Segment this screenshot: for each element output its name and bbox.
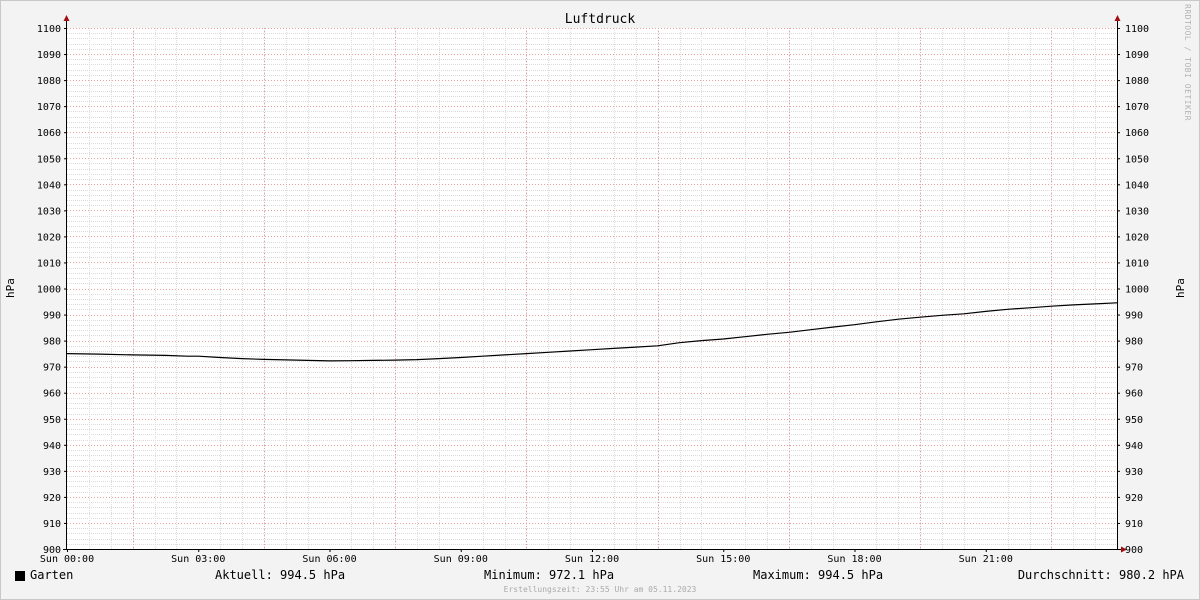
y-tick-label-left: 960 (43, 389, 61, 400)
y-tick-label-right: 1020 (1125, 232, 1149, 243)
y-tick-label-left: 990 (43, 311, 61, 322)
y-axis-arrow-right (1114, 15, 1121, 21)
y-tick-label-left: 1060 (37, 128, 61, 139)
y-tick-label-right: 940 (1125, 441, 1143, 452)
y-tick-label-right: 920 (1125, 493, 1143, 504)
y-tick-label-left: 1030 (37, 206, 61, 217)
y-tick-label-left: 1020 (37, 232, 61, 243)
y-tick-label-left: 1090 (37, 50, 61, 61)
y-tick-label-left: 930 (43, 467, 61, 478)
y-tick-label-right: 900 (1125, 545, 1143, 556)
x-tick-label: Sun 00:00 (40, 554, 94, 565)
legend-current: Aktuell: 994.5 hPa (215, 568, 346, 582)
y-tick-label-left: 970 (43, 363, 61, 374)
y-tick-label-right: 1040 (1125, 180, 1149, 191)
y-tick-label-left: 1000 (37, 285, 61, 296)
legend: Garten Aktuell: 994.5 hPa Minimum: 972.1… (0, 568, 1200, 584)
y-tick-label-right: 950 (1125, 415, 1143, 426)
y-tick-label-left: 1050 (37, 154, 61, 165)
y-tick-label-right: 910 (1125, 519, 1143, 530)
legend-swatch (15, 571, 25, 581)
y-tick-label-right: 990 (1125, 311, 1143, 322)
legend-average: Durchschnitt: 980.2 hPA (1017, 568, 1184, 582)
y-tick-label-left: 940 (43, 441, 61, 452)
y-axis-label-right: hPa (1174, 278, 1187, 298)
x-tick-label: Sun 09:00 (434, 554, 488, 565)
y-tick-label-right: 1090 (1125, 50, 1149, 61)
x-tick-label: Sun 15:00 (696, 554, 750, 565)
y-axis-label-left: hPa (4, 278, 17, 298)
y-tick-label-right: 980 (1125, 337, 1143, 348)
y-tick-label-right: 1070 (1125, 102, 1149, 113)
y-tick-label-right: 970 (1125, 363, 1143, 374)
y-tick-label-right: 1060 (1125, 128, 1149, 139)
x-tick-label: Sun 12:00 (565, 554, 619, 565)
y-tick-label-left: 1010 (37, 258, 61, 269)
x-tick-label: Sun 03:00 (171, 554, 225, 565)
y-tick-label-left: 910 (43, 519, 61, 530)
y-tick-label-left: 980 (43, 337, 61, 348)
legend-series-name: Garten (30, 568, 74, 582)
footer-timestamp: Erstellungszeit: 23:55 Uhr am 05.11.2023 (503, 585, 697, 594)
y-tick-label-left: 1070 (37, 102, 61, 113)
x-tick-label: Sun 06:00 (302, 554, 356, 565)
y-tick-label-right: 1000 (1125, 285, 1149, 296)
legend-maximum: Maximum: 994.5 hPa (753, 568, 884, 582)
y-tick-label-right: 930 (1125, 467, 1143, 478)
y-tick-label-left: 920 (43, 493, 61, 504)
y-tick-label-left: 950 (43, 415, 61, 426)
legend-minimum: Minimum: 972.1 hPa (484, 568, 615, 582)
y-tick-label-right: 1050 (1125, 154, 1149, 165)
y-tick-label-left: 1100 (37, 24, 61, 35)
rrdtool-watermark: RRDTOOL / TOBI OETIKER (1183, 4, 1192, 121)
y-tick-label-right: 1080 (1125, 76, 1149, 87)
y-tick-label-left: 1080 (37, 76, 61, 87)
chart-title: Luftdruck (565, 12, 636, 27)
x-tick-labels: Sun 00:00 Sun 03:00 Sun 06:00 Sun 09:00 Sun … (40, 554, 1013, 565)
y-tick-label-right: 1030 (1125, 206, 1149, 217)
y-tick-label-right: 960 (1125, 389, 1143, 400)
y-tick-label-right: 1010 (1125, 258, 1149, 269)
y-tick-label-right: 1100 (1125, 24, 1149, 35)
y-tick-label-left: 1040 (37, 180, 61, 191)
x-tick-label: Sun 18:00 (827, 554, 881, 565)
chart: 900 900910 910920 920930 930940 940950 950960 9… (4, 12, 1187, 565)
x-tick-label: Sun 21:00 (959, 554, 1013, 565)
y-axis-arrow-left (63, 15, 70, 21)
